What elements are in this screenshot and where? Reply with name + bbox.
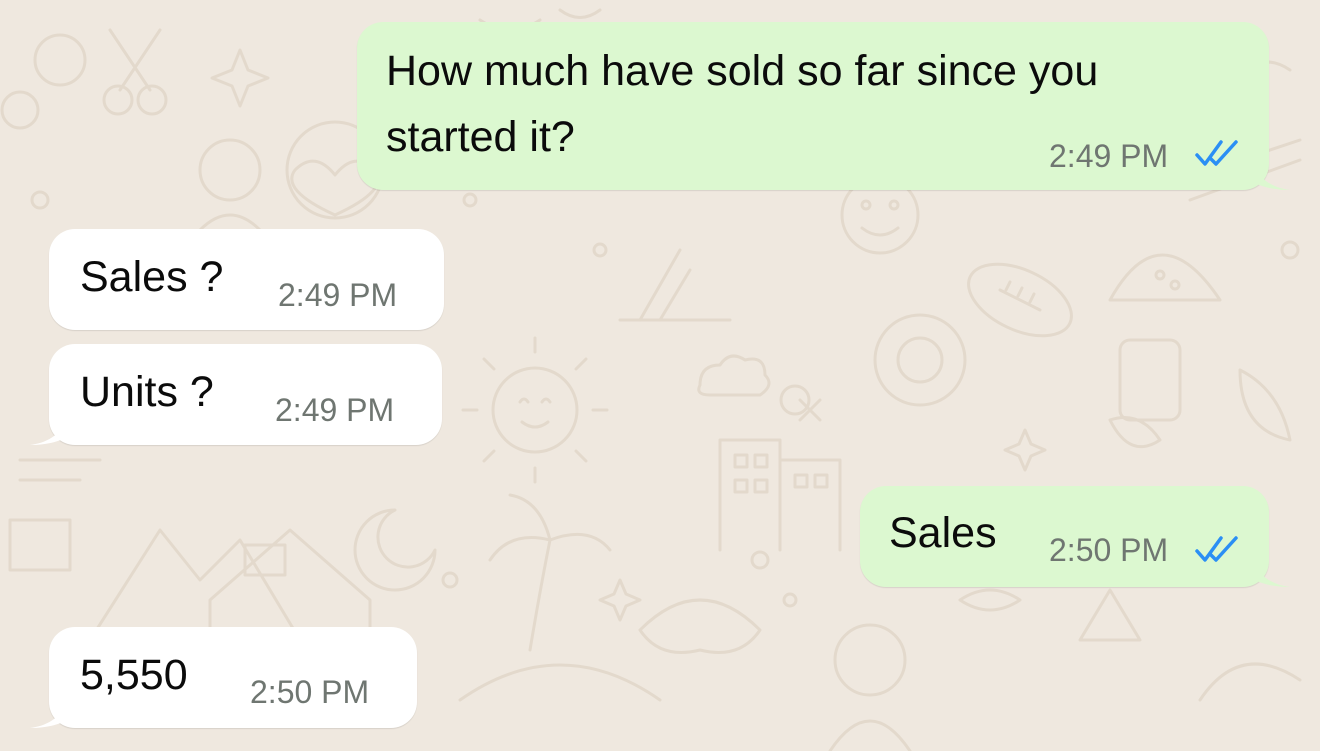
doodle-scissors-icon <box>108 28 162 92</box>
message-text: Units ? <box>80 368 214 416</box>
doodle-cloud-icon <box>697 354 771 397</box>
doodle-taco-icon <box>1108 253 1222 302</box>
message-timestamp: 2:49 PM <box>278 277 398 313</box>
doodle-moon-icon <box>353 508 437 592</box>
doodle-person-icon <box>833 623 907 697</box>
outgoing-bubble-tail <box>1250 160 1290 190</box>
doodle-palm-icon <box>488 493 612 652</box>
doodle-cactus-icon <box>618 248 732 322</box>
doodle-football-icon <box>967 262 1073 338</box>
message-timestamp: 2:49 PM <box>1049 138 1169 174</box>
message-timestamp: 2:50 PM <box>1049 532 1169 568</box>
doodle-croissant-icon <box>638 598 762 654</box>
doodle-buildings-icon <box>718 438 842 552</box>
doodle-mountains-icon <box>88 528 302 642</box>
message-text: Sales ? <box>80 253 224 301</box>
double-check-read-icon <box>1195 536 1238 562</box>
message-text: 5,550 <box>80 651 188 699</box>
doodle-sparkle-icon <box>210 48 270 108</box>
message-text: How much have sold so far since you <box>386 47 1099 95</box>
message-timestamp: 2:49 PM <box>275 392 395 428</box>
message-text: Sales <box>889 509 997 557</box>
doodle-turtle-icon <box>873 313 967 407</box>
doodle-sun-icon <box>491 366 579 454</box>
message-text: started it? <box>386 113 575 161</box>
incoming-bubble-tail <box>30 698 70 728</box>
incoming-bubble-tail <box>30 415 70 445</box>
message-timestamp: 2:50 PM <box>250 674 370 710</box>
double-check-read-icon <box>1195 140 1238 166</box>
outgoing-bubble-tail <box>1250 557 1290 587</box>
